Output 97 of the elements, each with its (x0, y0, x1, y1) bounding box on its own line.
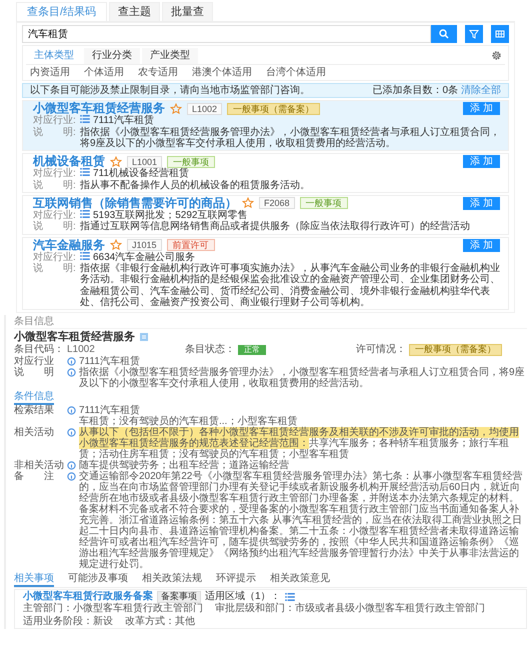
star-icon[interactable] (110, 239, 122, 252)
detail-title: 小微型客车租赁经营服务 (14, 330, 135, 343)
item-code: L1002 (187, 102, 222, 115)
category-tag: 一般事项 (300, 197, 348, 210)
notice-text: 以下条目可能涉及禁止限制目录，请向当地市场监管部门咨询。 (30, 84, 310, 96)
filter-option[interactable]: 个体适用 (84, 66, 124, 78)
field-value: 7111汽车租赁 (79, 356, 140, 367)
info-icon (67, 472, 76, 481)
field-label: 许可情况： (356, 344, 406, 356)
list-icon (80, 115, 90, 124)
related-field: 适用业务阶段：新设 (23, 616, 113, 627)
result-card[interactable]: 互联网销售（除销售需要许可的商品） F2068 一般事项 添 加 对应行业: 5193互联网批发；5292互联网零售 说 明: 指通过互联网等信息网络销售商品或者提供服务（除应当依法取得行政许可）的经营活动 (22, 194, 509, 234)
related-title[interactable]: 小微型客车租赁行政服务备案 (23, 591, 153, 602)
grid-icon (495, 29, 505, 40)
field-label: 对应行业: (33, 210, 77, 222)
tab[interactable]: 批量查 (162, 2, 214, 22)
description-text: 指通过互联网等信息网络销售商品或者提供服务（除应当依法取得行政许可）的经营活动 (80, 221, 470, 232)
list-icon (284, 592, 295, 601)
related-field: 改革方式：其他 (125, 616, 195, 627)
field-value: 随车提供驾驶劳务；出租车经营；道路运输经营 (79, 460, 289, 471)
added-count: 已添加条目数：0条 (372, 84, 458, 96)
industry-link[interactable]: 7111汽车租赁 (93, 115, 154, 126)
region-label: 适用区域（1）： (205, 591, 281, 602)
tab[interactable]: 相关政策法规 (142, 572, 202, 587)
list-icon (80, 210, 90, 218)
field-label: 说 明: (33, 180, 77, 191)
document-icon (139, 332, 149, 342)
field-label: 对应行业: (33, 115, 77, 126)
field-value: 正常 (238, 344, 266, 356)
field-value: L1002 (67, 344, 95, 356)
section-header: 条目信息 (14, 314, 527, 329)
field-label: 说 明: (33, 263, 77, 274)
description-text: 指依据《非银行金融机构行政许可事项实施办法》，从事汽车金融公司业务的非银行金融机构业务活动。非银行金融机构指的是经银保监会批准设立的金融资产管理公司、企业集团财务公司、金融租赁公司、汽车金融公司、货币经纪公司、消费金融公司、境外非银行金融机构驻华代表处、信托公司、金融资产投资公司、商业银行理财子公司等机构。 (80, 263, 500, 308)
result-title[interactable]: 机械设备租赁 (33, 154, 105, 168)
field-label: 检索结果 (14, 404, 55, 418)
description-text: 指依据《小微型客车租赁经营服务管理办法》，小微型客车租赁经营者与承租人订立租赁合同，将9座及以下的小微型客车交付承租人使用，收取租赁费用的经营活动。 (80, 126, 500, 149)
tab[interactable]: 相关政策意见 (270, 572, 330, 587)
star-icon[interactable] (110, 156, 122, 168)
info-icon (67, 460, 76, 470)
filter-option[interactable]: 内资适用 (30, 66, 70, 78)
category-tag: 前置许可 (166, 239, 215, 252)
item-code: L1001 (127, 156, 162, 168)
settings-icon[interactable] (491, 50, 502, 62)
star-icon[interactable] (242, 197, 254, 210)
filter-option[interactable]: 港澳个体适用 (192, 66, 252, 78)
filter-button[interactable] (465, 25, 483, 44)
field-value: 7111汽车租赁 (79, 404, 141, 416)
field-label: 条目状态： (185, 344, 235, 356)
field-value: 交通运输部令2020年第22号《小微型客车租赁经营服务管理办法》第七条：从事小微型客车租赁经营的，应当在向市场监督管理部门办理有关登记手续或者新设服务机构开展经营活动后60日内，就近向经营所在地市级或者县级小微型客车租赁行政主管部门办理备案，并附送本办法第六条规定的材料。备案材料不完备或者不符合要求的，受理备案的小微型客车租赁行政主管部门应当书面通知备案人补充完善。浙江省道路运输条例：第五十六条 从事汽车租赁经营的，应当在依法取得工商营业执照之日起二十日内向县市、县道路运输管理机构备案。第二十五条：小微型客车租赁经营者未取得道路运输经营许可或者出租汽车经营许可，随车提供驾驶劳务的，按照《中华人民共和国道路运输条例》《巡游出租汽车经营服务管理规定》《网络预约出租汽车经营服务管理暂行办法》中关于从事非法营运的规定进行处罚。 (79, 470, 524, 570)
list-icon (80, 168, 90, 176)
related-field: 审批层级和部门：市级或者县级小微型客车租赁行政主管部门 (215, 602, 485, 614)
info-icon (67, 356, 76, 366)
filter-option[interactable]: 农专适用 (138, 66, 178, 78)
related-tag: 备案事项 (157, 590, 201, 603)
industry-link[interactable]: 6634汽车金融公司服务 (93, 252, 196, 264)
field-value: 车租赁；没有驾驶员的汽车租赁...；小型客车租赁 (79, 416, 298, 427)
result-card[interactable]: 汽车金融服务 J1015 前置许可 添 加 对应行业: 6634汽车金融公司服务 说 明: 指依据《非银行金融机构行政许可事项实施办法》，从事汽车金融公司业务的非银行金融机构业务活动。非银行金融机构指的是经银保监会批准设立的金融资产管理公司、企业集团财务公司、金融租赁公司、汽车金融公司、货币经纪公司、消费金融公司、境外非银行金融机构驻华代表处、信托公司、金融资产投资公司、商业银行理财子公司等机构。 (22, 236, 509, 310)
result-title[interactable]: 汽车金融服务 (33, 238, 105, 252)
industry-link[interactable]: 711机械设备经营租赁 (93, 168, 189, 180)
info-icon (67, 428, 76, 437)
result-card[interactable]: 小微型客车租赁经营服务 L1002 一般事项（需备案） 添 加 对应行业: 7111汽车租赁 说 明: 指依据《小微型客车租赁经营服务管理办法》，小微型客车租赁经营者与承租人订立租赁合同，将9座及以下的小微型客车交付承租人使用，收取租赁费用的经营活动。 (22, 100, 509, 151)
related-field: 主管部门：小微型客车租赁行政主管部门 (23, 602, 203, 614)
tab[interactable]: 可能涉及事项 (68, 572, 128, 587)
filter-tab[interactable]: 产业类型 (142, 48, 198, 64)
filter-option[interactable]: 台湾个体适用 (266, 66, 326, 78)
field-label: 对应行业 (14, 356, 55, 367)
field-label: 说 明 (14, 366, 55, 380)
field-label: 说 明: (33, 221, 77, 232)
field-value: 指依据《小微型客车租赁经营服务管理办法》，小微型客车租赁经营者与承租人订立租赁合同，将9座及以下的小微型客车交付承租人使用，收取租赁费用的经营活动。 (79, 366, 526, 389)
field-label: 非相关活动 (14, 460, 64, 471)
list-icon (80, 252, 90, 260)
filter-icon (469, 29, 479, 40)
result-card[interactable]: 机械设备租赁 L1001 一般事项 添 加 对应行业: 711机械设备经营租赁 说 明: 指从事不配备操作人员的机械设备的租赁服务活动。 (22, 152, 509, 193)
category-tag: 一般事项（需备案） (227, 102, 320, 115)
field-label: 对应行业: (33, 252, 77, 263)
info-icon (67, 368, 76, 377)
category-tag: 一般事项 (167, 156, 216, 168)
field-label: 说 明: (33, 126, 77, 138)
industry-link[interactable]: 5193互联网批发；5292互联网零售 (93, 210, 248, 222)
description-text: 指从事不配备操作人员的机械设备的租赁服务活动。 (80, 180, 310, 191)
search-icon (439, 29, 449, 40)
field-value: 从事以下（包括但不限于）各种小微型客车租赁经营服务及相关联的不涉及许可审批的活动，均使用小微型客车租赁经营服务的规范表述登记经营范围：共享汽车服务；各种轿车租赁服务；旅行车租赁；活动住房车租赁；没有驾驶员的汽车租赁；小型客车租赁 (79, 426, 520, 460)
info-icon (67, 406, 76, 415)
tab[interactable]: 查主题 (109, 2, 160, 22)
field-label: 备 注 (14, 470, 55, 484)
item-code: F2068 (259, 197, 295, 210)
field-label: 条目代码： (14, 344, 64, 356)
field-label: 相关活动 (14, 426, 55, 440)
item-code: J1015 (127, 239, 162, 252)
filter-tab[interactable]: 行业分类 (84, 48, 140, 64)
result-title[interactable]: 互联网销售（除销售需要许可的商品） (33, 196, 237, 210)
grid-button[interactable] (491, 25, 509, 44)
field-value: 一般事项（需备案） (409, 344, 502, 356)
field-label: 对应行业: (33, 168, 76, 180)
star-icon[interactable] (170, 102, 182, 115)
search-button[interactable] (431, 25, 457, 44)
tab[interactable]: 环评提示 (216, 572, 256, 587)
